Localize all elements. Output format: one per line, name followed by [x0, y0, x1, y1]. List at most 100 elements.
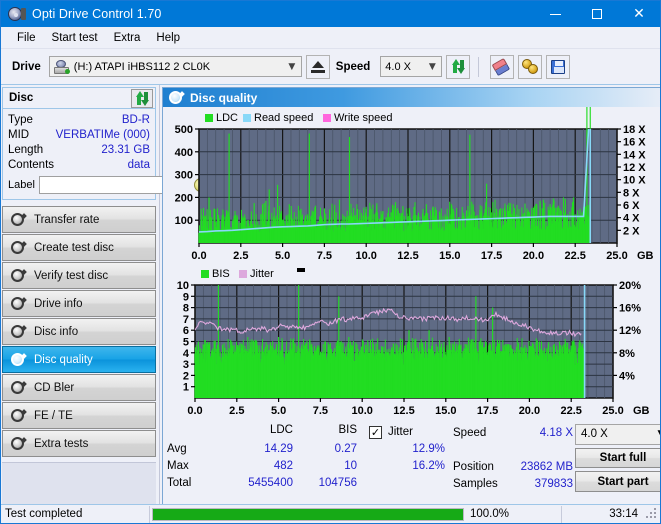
speed-label: Speed	[453, 426, 487, 439]
svg-text:Read speed: Read speed	[254, 112, 313, 124]
panel-header: Disc quality	[163, 88, 660, 107]
test-speed-select[interactable]: 4.0 X ▼	[575, 424, 660, 445]
stat-ldc-avg: 14.29	[264, 442, 293, 455]
svg-text:GB: GB	[633, 405, 650, 417]
bis-chart[interactable]: BIS Jitter 1 2 3 4 5 6 7 8 9 10 4% 8% 12% 16% 20% 0.0 2.5 5…	[163, 265, 660, 420]
stats-col-meta-values: 4.18 X 23862 MB 379833	[503, 424, 575, 492]
stats-actions: 4.0 X ▼ Start full Start part	[575, 424, 660, 493]
svg-text:20.0: 20.0	[523, 250, 544, 262]
minimize-button[interactable]	[534, 1, 576, 27]
disc-test-icon	[11, 296, 27, 311]
sidebar-item-label: Drive info	[34, 297, 83, 310]
close-icon: ✕	[633, 6, 645, 22]
disc-row-type: Type BD-R	[8, 112, 150, 127]
svg-text:1: 1	[183, 382, 189, 394]
menu-help[interactable]: Help	[148, 30, 188, 46]
drive-icon	[53, 59, 70, 74]
disc-test-icon	[11, 212, 27, 227]
resize-grip[interactable]	[646, 508, 658, 520]
svg-text:10: 10	[177, 280, 189, 292]
svg-text:16%: 16%	[619, 303, 641, 315]
svg-text:2: 2	[183, 370, 189, 382]
svg-text:5.0: 5.0	[271, 405, 286, 417]
svg-text:10.0: 10.0	[351, 405, 372, 417]
svg-text:2.5: 2.5	[229, 405, 244, 417]
save-button[interactable]	[546, 54, 571, 79]
sidebar-item-label: CD Bler	[34, 381, 75, 394]
speed-select[interactable]: 4.0 X ▼	[380, 56, 443, 77]
start-part-button[interactable]: Start part	[575, 471, 660, 493]
disc-test-icon	[11, 324, 27, 339]
svg-text:12%: 12%	[619, 325, 641, 337]
sidebar-item-disc-quality[interactable]: Disc quality	[2, 346, 156, 373]
menu-extra[interactable]: Extra	[106, 30, 149, 46]
disc-row-key: Type	[8, 113, 33, 126]
svg-text:5.0: 5.0	[275, 250, 290, 262]
sidebar-item-transfer-rate[interactable]: Transfer rate	[2, 206, 156, 233]
sidebar-item-create-test-disc[interactable]: Create test disc	[2, 234, 156, 261]
start-full-button[interactable]: Start full	[575, 447, 660, 469]
toolbar-separator	[478, 56, 480, 77]
svg-text:300: 300	[175, 170, 193, 182]
sidebar-item-label: Transfer rate	[34, 213, 100, 226]
sidebar-item-label: Create test disc	[34, 241, 114, 254]
disc-panel: Disc Type BD-R MID VERBATIMe (000) Lengt…	[2, 87, 209, 200]
stat-header-ldc: LDC	[269, 424, 293, 436]
disc-label-key: Label	[8, 179, 35, 191]
menu-start-test[interactable]: Start test	[44, 30, 106, 46]
disc-label-row: Label	[8, 175, 209, 195]
jitter-header: ✓ Jitter	[361, 424, 447, 440]
stat-jitter-total	[361, 474, 447, 491]
disc-refresh-button[interactable]	[131, 88, 153, 108]
svg-text:0.0: 0.0	[191, 250, 206, 262]
sidebar-nav: Transfer rate Create test disc Verify te…	[1, 206, 159, 458]
position-label: Position	[453, 460, 494, 473]
coins-icon	[522, 59, 539, 74]
disc-quality-icon	[169, 90, 185, 105]
stats-col-meta-labels: Speed Position Samples	[447, 424, 503, 492]
drive-select[interactable]: (H:) ATAPI iHBS112 2 CL0K ▼	[48, 56, 302, 77]
progress-percent: 100.0%	[470, 508, 510, 520]
content-area: Disc quality LDC Read speed Write speed 100…	[160, 85, 660, 523]
sidebar-item-verify-test-disc[interactable]: Verify test disc	[2, 262, 156, 289]
main-body: Disc Type BD-R MID VERBATIMe (000) Lengt…	[1, 85, 660, 523]
eject-button[interactable]	[305, 54, 330, 79]
disc-row-value: data	[127, 158, 150, 171]
ldc-chart[interactable]: LDC Read speed Write speed 100 200 300 400 500 2…	[163, 107, 660, 265]
sidebar-item-cd-bler[interactable]: CD Bler	[2, 374, 156, 401]
disc-row-contents: Contents data	[8, 157, 150, 172]
svg-text:7.5: 7.5	[313, 405, 328, 417]
chevron-down-icon: ▼	[652, 429, 660, 439]
title-bar: Opti Drive Control 1.70 ✕	[1, 1, 660, 27]
disc-panel-title: Disc	[9, 92, 34, 104]
sidebar-item-fe-te[interactable]: FE / TE	[2, 402, 156, 429]
svg-text:16 X: 16 X	[623, 137, 646, 149]
refresh-button[interactable]	[446, 54, 471, 79]
sidebar-item-drive-info[interactable]: Drive info	[2, 290, 156, 317]
disc-test-icon	[11, 380, 27, 395]
menu-file[interactable]: File	[9, 30, 44, 46]
sidebar-item-extra-tests[interactable]: Extra tests	[2, 430, 156, 457]
disc-panel-header: Disc	[3, 88, 155, 109]
svg-text:200: 200	[175, 192, 193, 204]
erase-button[interactable]	[490, 54, 515, 79]
sidebar-item-label: Disc quality	[34, 353, 93, 366]
refresh-icon	[135, 90, 150, 106]
jitter-checkbox[interactable]: ✓	[369, 425, 382, 439]
svg-text:Write speed: Write speed	[334, 112, 393, 124]
coins-button[interactable]	[518, 54, 543, 79]
sidebar-item-disc-info[interactable]: Disc info	[2, 318, 156, 345]
test-speed-value: 4.0 X	[581, 428, 608, 441]
stats-area: Avg Max Total LDC 14.29 482 5455400 BIS …	[163, 420, 660, 494]
disc-row-key: Contents	[8, 158, 55, 171]
eraser-icon	[491, 56, 513, 76]
svg-text:500: 500	[175, 124, 193, 136]
maximize-button[interactable]	[576, 1, 618, 27]
maximize-icon	[592, 9, 602, 19]
close-button[interactable]: ✕	[618, 1, 660, 27]
progress-bar	[152, 507, 464, 521]
sidebar: Disc Type BD-R MID VERBATIMe (000) Lengt…	[1, 85, 209, 523]
disc-quality-panel: Disc quality LDC Read speed Write speed 100…	[162, 87, 660, 523]
svg-text:15.0: 15.0	[435, 405, 456, 417]
stats-col-ldc: LDC 14.29 482 5455400	[219, 424, 297, 492]
